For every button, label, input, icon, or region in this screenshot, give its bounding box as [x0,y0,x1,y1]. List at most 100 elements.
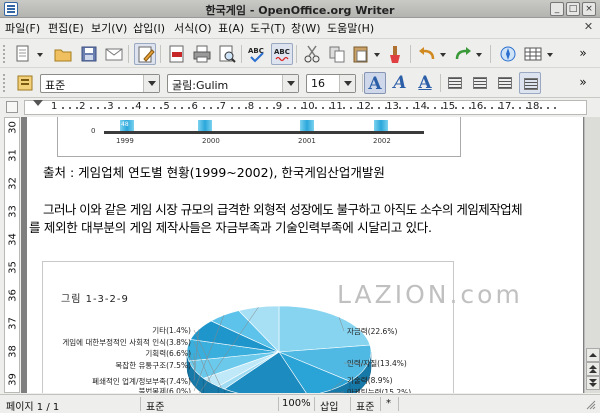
chevron-down-icon[interactable] [143,75,159,92]
ruler-number: 10 [301,101,315,112]
font-size-select[interactable]: 16 [306,74,356,93]
ruler-tick [462,107,465,109]
save-icon[interactable] [78,43,100,65]
menu-table[interactable]: 표(A) [218,20,244,36]
chevron-down-icon[interactable] [339,75,355,92]
status-separator [350,397,351,411]
close-document-icon[interactable]: ✕ [582,21,595,34]
status-insert-mode[interactable]: 삽입 [320,398,338,413]
toolbar-separator [296,45,297,63]
tab-stop-selector[interactable] [6,101,18,113]
ruler-tick [181,107,184,109]
previous-page-button[interactable] [586,362,600,376]
next-page-button[interactable] [586,376,600,390]
body-paragraph-line: 그러나 이와 같은 게임 시장 규모의 급격한 외형적 성장에도 불구하고 아직… [43,202,523,217]
menu-window[interactable]: 창(W) [291,20,321,36]
menu-edit[interactable]: 편집(E) [48,20,84,36]
vertical-ruler-number: 36 [7,289,19,302]
status-style[interactable]: 표준 [146,398,164,413]
status-zoom[interactable]: 100% [282,398,311,409]
pie-label: 기획력(6.6%) [145,348,191,358]
paragraph-style-value: 표준 [45,79,66,92]
font-name-select[interactable]: 굴림:Gulim [167,74,299,93]
chevron-down-icon[interactable] [37,53,43,57]
toolbar-grip[interactable] [3,45,7,63]
print-icon[interactable] [191,43,213,65]
menu-insert[interactable]: 삽입(I) [133,20,165,36]
ruler-tick [132,107,135,109]
redo-icon[interactable] [452,43,474,65]
status-bar: 페이지 1 / 1 표준 100% 삽입 표준 * [0,394,600,413]
align-right-icon[interactable] [494,72,516,94]
standard-toolbar: ABC ABC » [0,38,600,68]
toolbar-grip[interactable] [3,74,7,92]
align-justify-icon[interactable] [519,72,541,94]
chart1-year-label: 2001 [298,137,316,145]
menu-help[interactable]: 도움말(H) [327,20,374,36]
chart1-year-label: 2002 [373,137,391,145]
edit-file-icon[interactable] [134,43,156,65]
minimize-button[interactable]: _ [550,2,564,16]
document-page[interactable]: 0 48 1999 2000 2001 2002 출처 : 게임업체 연도별 현… [27,117,583,393]
spellcheck-icon[interactable]: ABC [246,43,268,65]
ruler-number: 18 [526,101,540,112]
pie-chart: 자금력(22.6%) 인력/자질(13.4%) 기술력(8.9%) 마케팅능력(15.… [62,305,411,393]
toolbar-separator [440,74,441,92]
chevron-down-icon[interactable] [476,53,482,57]
table-icon[interactable] [522,43,544,65]
italic-button[interactable]: A [389,72,411,94]
indent-marker-icon[interactable] [33,100,43,106]
new-document-icon[interactable] [12,43,34,65]
toolbar-overflow-icon[interactable]: » [572,72,594,94]
ruler-tick [258,107,261,109]
scroll-up-button[interactable] [586,348,600,362]
format-paintbrush-icon[interactable] [384,43,406,65]
resize-grip-icon[interactable] [586,400,596,410]
vertical-scrollbar[interactable] [584,117,600,393]
ruler-tick [406,107,409,109]
email-icon[interactable] [103,43,125,65]
paste-icon[interactable] [350,43,372,65]
cut-icon[interactable] [301,43,323,65]
menu-format[interactable]: 서식(O) [174,20,211,36]
toolbar-overflow-icon[interactable]: » [572,43,594,65]
page-preview-icon[interactable] [216,43,238,65]
menu-view[interactable]: 보기(V) [91,20,127,36]
chevron-down-icon[interactable] [282,75,298,92]
export-pdf-icon[interactable] [166,43,188,65]
autospellcheck-icon[interactable]: ABC [271,43,293,65]
chevron-down-icon[interactable] [374,53,380,57]
document-area[interactable]: 0 48 1999 2000 2001 2002 출처 : 게임업체 연도별 현… [21,117,584,393]
navigator-icon[interactable] [497,43,519,65]
ruler-row: 1 2 3 4 5 6 7 8 9 10 11 12 13 14 15 16 17 18 [0,98,600,116]
open-folder-icon[interactable] [52,43,74,65]
chart1-bar [300,120,314,131]
close-button[interactable]: × [582,2,596,16]
menu-tools[interactable]: 도구(T) [250,20,286,36]
status-modified: * [386,398,391,409]
align-left-icon[interactable] [444,72,466,94]
align-center-icon[interactable] [469,72,491,94]
styles-formatting-icon[interactable] [14,72,36,94]
vertical-ruler-number: 37 [7,317,19,330]
copy-icon[interactable] [326,43,348,65]
chevron-down-icon[interactable] [440,53,446,57]
maximize-button[interactable]: □ [566,2,580,16]
toolbar-separator [410,45,411,63]
ruler-tick [125,107,128,109]
ruler-tick [76,107,79,109]
ruler-tick [490,107,493,109]
menu-file[interactable]: 파일(F) [5,20,40,36]
bold-button[interactable]: A [364,72,386,94]
paragraph-style-select[interactable]: 표준 [40,74,160,93]
pie-label: 마케팅능력(15.2%) [347,387,411,393]
chevron-down-icon[interactable] [547,53,553,57]
underline-button[interactable]: A [414,72,436,94]
horizontal-ruler[interactable]: 1 2 3 4 5 6 7 8 9 10 11 12 13 14 15 16 17 18 [24,100,587,115]
ruler-number: 17 [498,101,512,112]
status-page[interactable]: 페이지 1 / 1 [6,398,59,413]
status-separator [380,397,381,411]
undo-icon[interactable] [416,43,438,65]
ruler-tick [237,107,240,109]
status-selection-mode[interactable]: 표준 [356,398,374,413]
